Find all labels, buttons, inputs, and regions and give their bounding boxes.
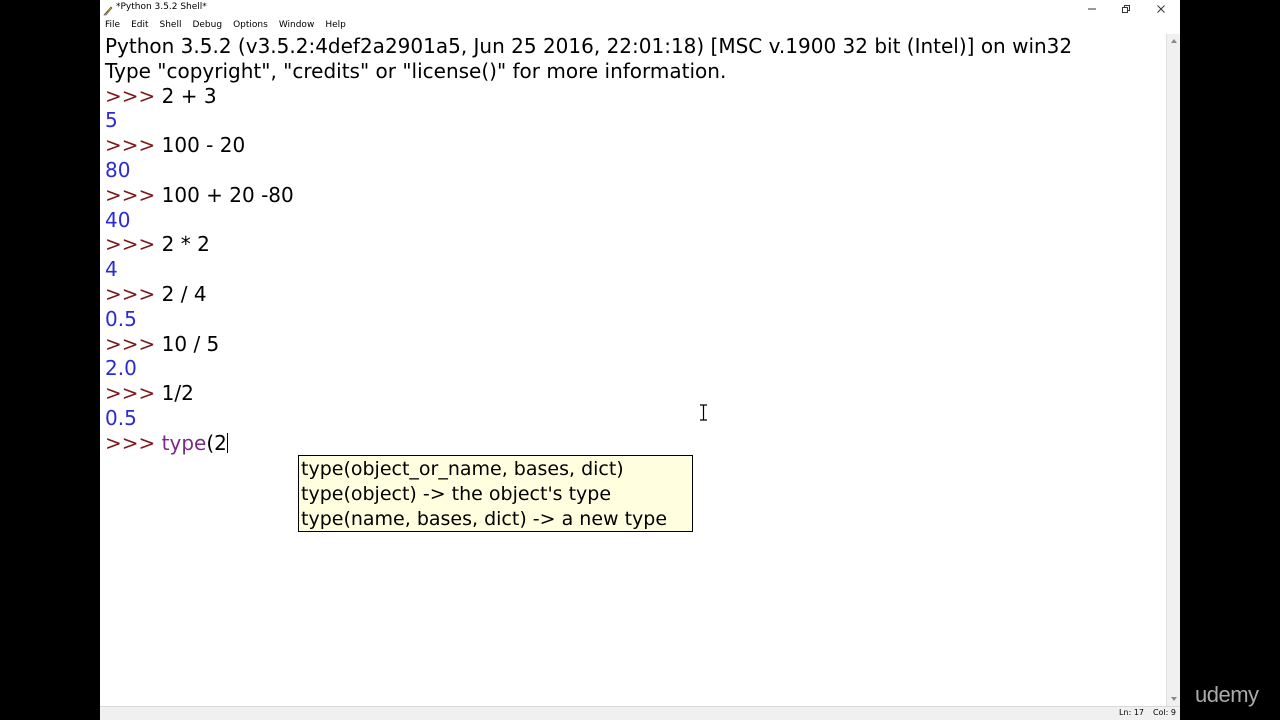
banner-line: Type "copyright", "credits" or "license(… bbox=[105, 58, 727, 83]
input-line: >>> 10 / 5 bbox=[105, 332, 1165, 357]
output-line: 0.5 bbox=[105, 405, 137, 430]
python-feather-icon bbox=[102, 2, 114, 16]
prompt: >>> bbox=[105, 83, 162, 108]
prompt: >>> bbox=[105, 182, 162, 207]
input-text: 1/2 bbox=[161, 381, 194, 406]
output-line: 0.5 bbox=[105, 306, 137, 331]
output-line: 80 bbox=[105, 157, 131, 182]
banner-line: Python 3.5.2 (v3.5.2:4def2a2901a5, Jun 2… bbox=[105, 34, 1073, 58]
input-line: >>> 2 + 3 bbox=[105, 84, 1165, 109]
menu-window[interactable]: Window bbox=[279, 20, 315, 30]
input-text: 10 / 5 bbox=[161, 331, 220, 356]
input-line: >>> 2 / 4 bbox=[105, 282, 1165, 307]
prompt: >>> bbox=[105, 232, 162, 257]
calltip-line: type(object_or_name, bases, dict) bbox=[301, 458, 624, 480]
close-button[interactable] bbox=[1144, 0, 1178, 17]
output-line: 2.0 bbox=[105, 356, 137, 381]
window-title: *Python 3.5.2 Shell* bbox=[116, 2, 207, 12]
calltip-line: type(name, bases, dict) -> a new type bbox=[301, 507, 668, 530]
chevron-up-icon bbox=[1171, 39, 1177, 43]
menu-edit[interactable]: Edit bbox=[131, 20, 148, 30]
input-line: >>> 1/2 bbox=[105, 381, 1165, 406]
restore-button[interactable] bbox=[1109, 0, 1143, 17]
vertical-scrollbar[interactable] bbox=[1166, 34, 1180, 706]
calltip-popup: type(object_or_name, bases, dict) type(o… bbox=[298, 455, 693, 532]
minimize-icon bbox=[1088, 8, 1096, 9]
current-input-line[interactable]: >>> type(2 bbox=[105, 431, 1165, 456]
scroll-up-button[interactable] bbox=[1167, 34, 1181, 48]
output-line: 5 bbox=[105, 108, 118, 133]
udemy-watermark: udemy bbox=[1195, 682, 1259, 707]
output-line: 4 bbox=[105, 257, 118, 282]
scroll-down-button[interactable] bbox=[1167, 692, 1181, 706]
prompt: >>> bbox=[105, 331, 162, 356]
prompt: >>> bbox=[105, 381, 162, 406]
menu-debug[interactable]: Debug bbox=[192, 20, 222, 30]
chevron-down-icon bbox=[1171, 697, 1177, 701]
menu-shell[interactable]: Shell bbox=[160, 20, 182, 30]
title-bar[interactable]: *Python 3.5.2 Shell* bbox=[100, 0, 1180, 17]
input-text: 100 - 20 bbox=[161, 133, 246, 158]
menu-file[interactable]: File bbox=[105, 20, 120, 30]
input-text: (2 bbox=[206, 430, 227, 455]
shell-text-area[interactable]: Python 3.5.2 (v3.5.2:4def2a2901a5, Jun 2… bbox=[100, 34, 1166, 706]
input-text: 2 + 3 bbox=[161, 83, 217, 108]
status-line-number: Ln: 17 bbox=[1119, 708, 1144, 717]
menu-options[interactable]: Options bbox=[233, 20, 268, 30]
input-text: 2 * 2 bbox=[161, 232, 210, 257]
status-column-number: Col: 9 bbox=[1152, 708, 1176, 717]
restore-icon bbox=[1122, 4, 1130, 13]
prompt: >>> bbox=[105, 281, 162, 306]
calltip-line: type(object) -> the object's type bbox=[301, 482, 612, 505]
prompt: >>> bbox=[105, 133, 162, 158]
minimize-button[interactable] bbox=[1075, 0, 1109, 17]
menu-bar: File Edit Shell Debug Options Window Hel… bbox=[100, 17, 1180, 33]
status-bar: Ln: 17 Col: 9 bbox=[100, 706, 1180, 720]
output-line: 40 bbox=[105, 207, 131, 232]
menu-help[interactable]: Help bbox=[325, 20, 346, 30]
builtin-keyword: type bbox=[161, 430, 207, 455]
ibeam-cursor-icon bbox=[700, 404, 707, 421]
input-text: 2 / 4 bbox=[161, 281, 207, 306]
text-cursor bbox=[226, 432, 228, 453]
input-line: >>> 100 - 20 bbox=[105, 133, 1165, 158]
input-line: >>> 2 * 2 bbox=[105, 232, 1165, 257]
input-line: >>> 100 + 20 -80 bbox=[105, 183, 1165, 208]
prompt: >>> bbox=[105, 430, 162, 455]
idle-shell-window: *Python 3.5.2 Shell* File Edit Shell Deb… bbox=[100, 0, 1180, 720]
close-icon bbox=[1157, 4, 1165, 13]
input-text: 100 + 20 -80 bbox=[161, 182, 294, 207]
